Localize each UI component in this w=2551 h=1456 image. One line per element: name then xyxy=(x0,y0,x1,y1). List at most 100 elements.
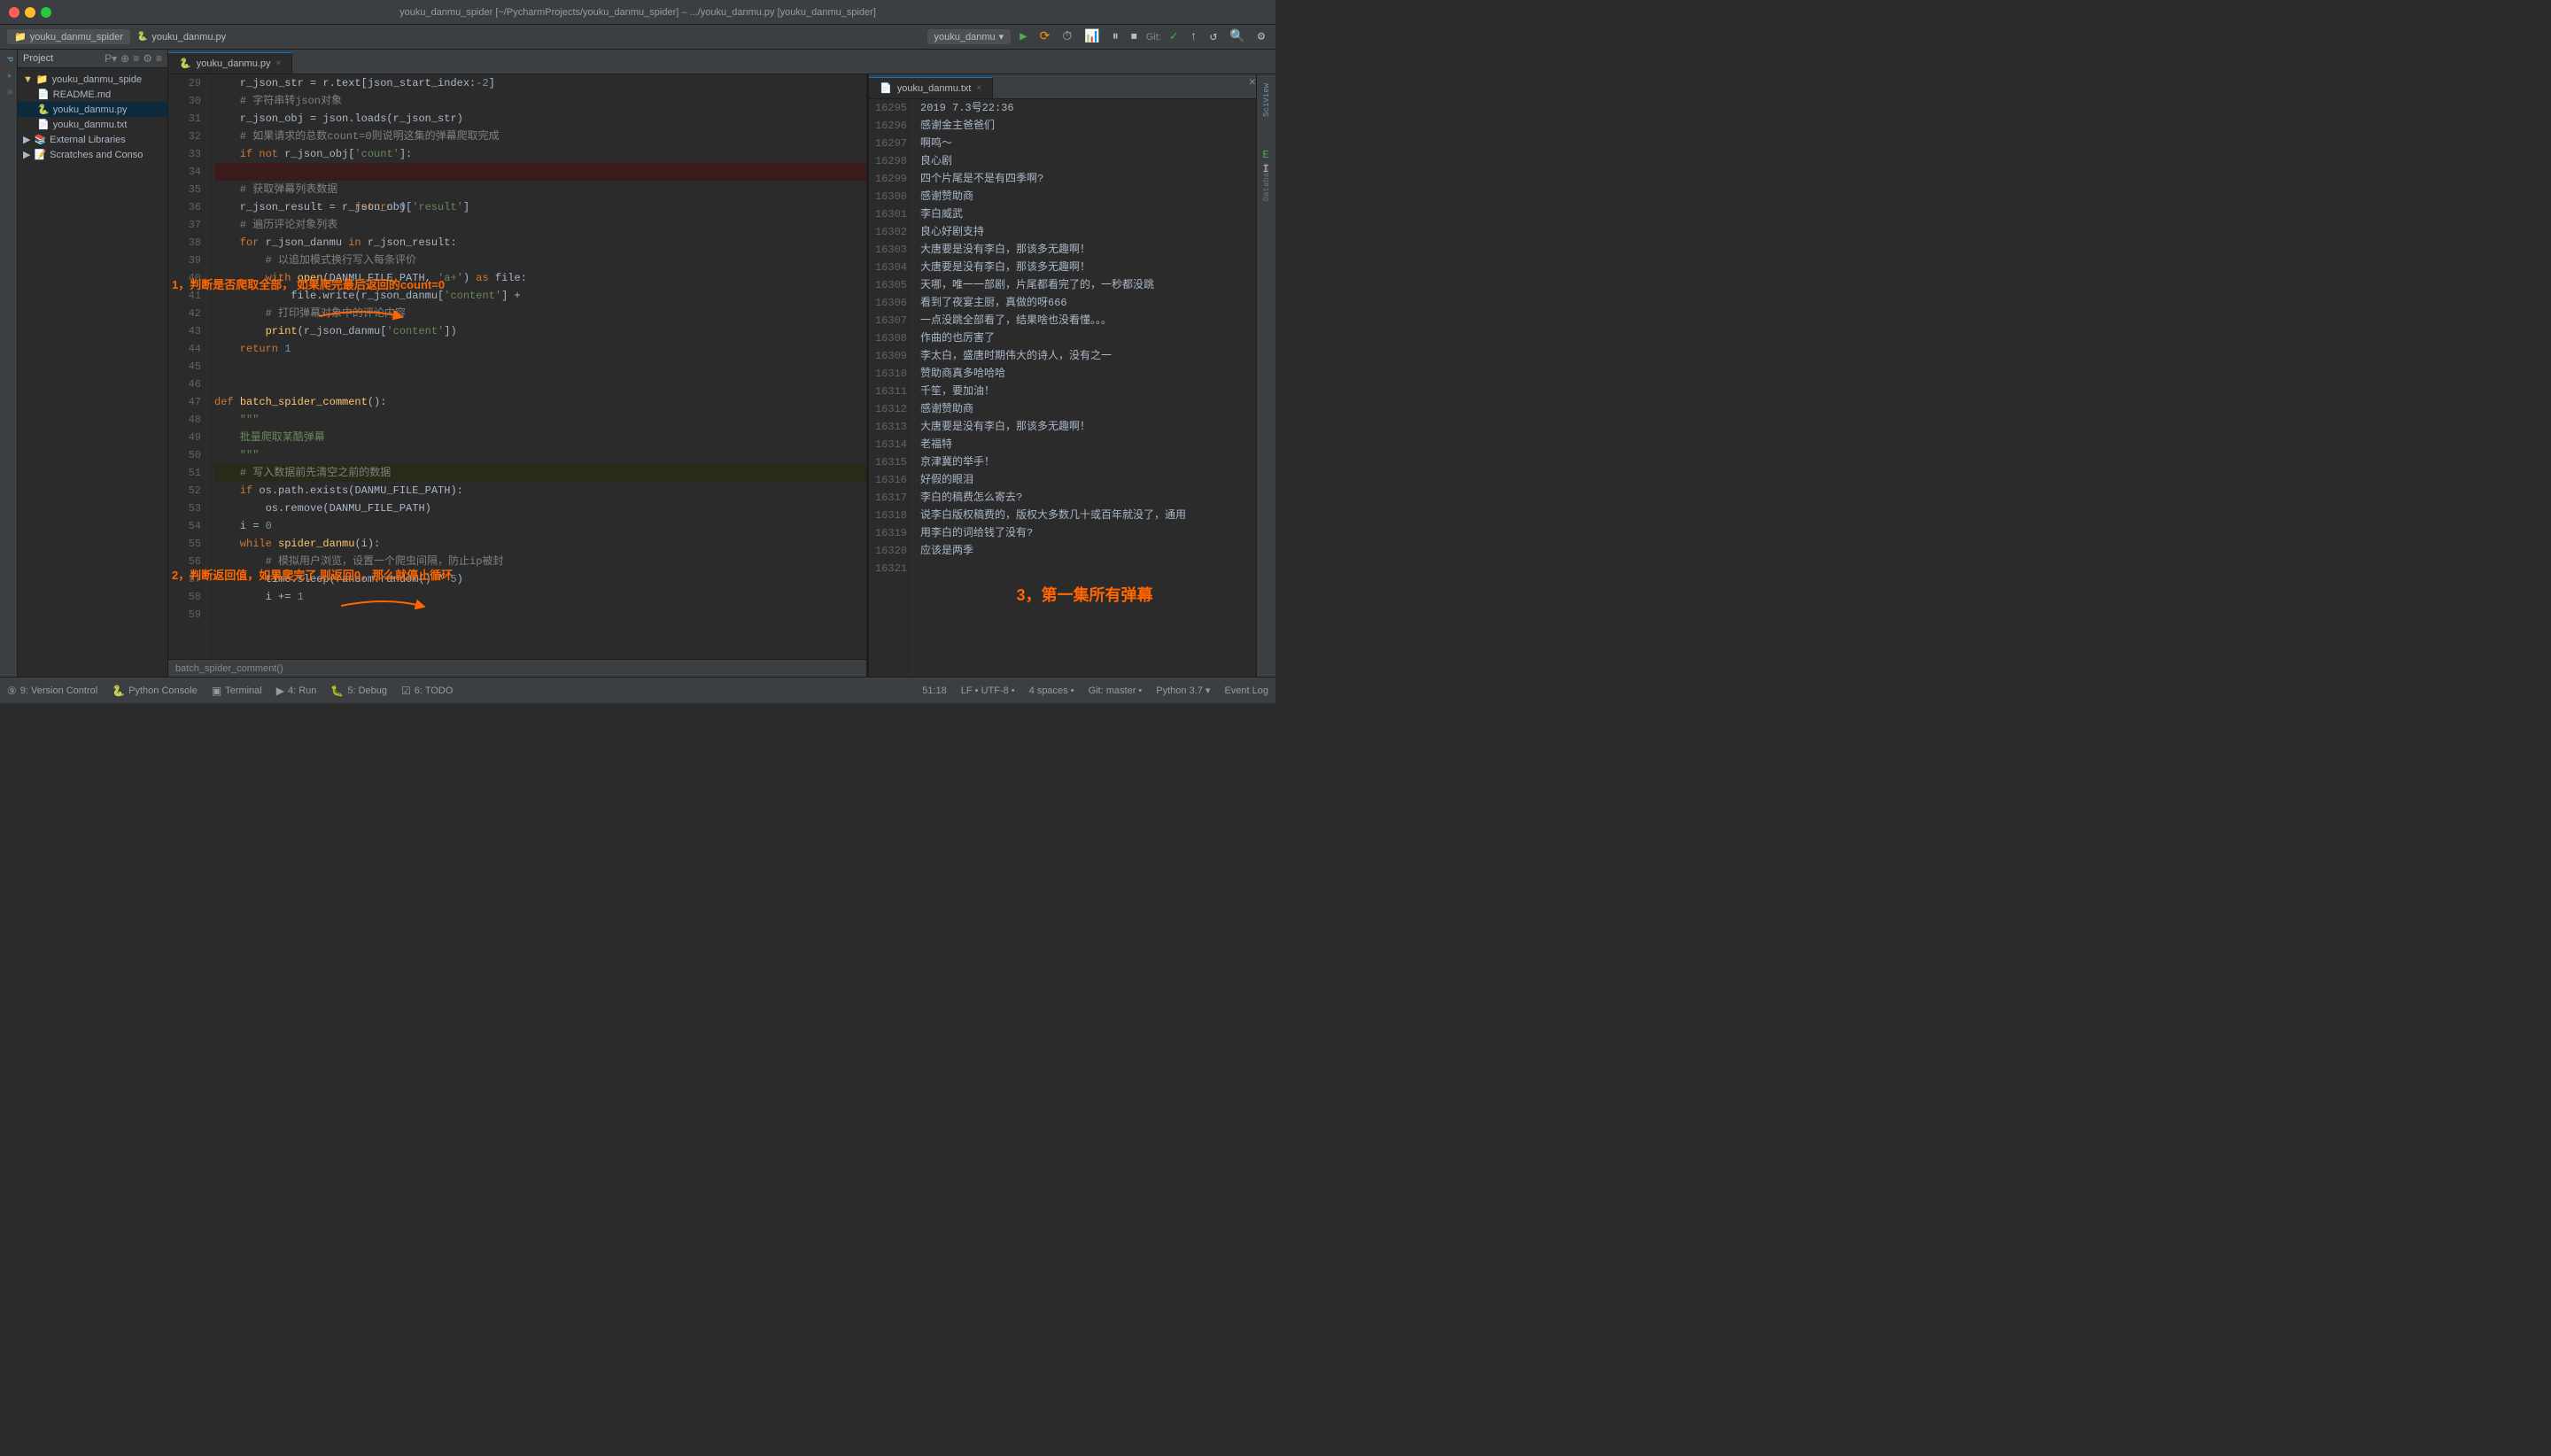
root-name: youku_danmu_spide xyxy=(52,74,143,85)
right-sidebar: SciView Database E I xyxy=(1256,74,1276,677)
minimize-button[interactable] xyxy=(25,7,35,18)
ln-43: 43 xyxy=(168,322,201,340)
tree-txt-file[interactable]: 📄 youku_danmu.txt xyxy=(18,117,167,132)
breadcrumb: batch_spider_comment() xyxy=(168,659,866,677)
tln-16303: 16303 xyxy=(869,241,907,259)
ln-48: 48 xyxy=(168,411,201,429)
profile-button[interactable]: 📊 xyxy=(1081,27,1103,46)
bottom-toolbar: ⑨ 9: Version Control 🐍 Python Console ▣ … xyxy=(0,677,1276,703)
txt-16315: 京津冀的举手！ xyxy=(920,453,1256,471)
txt-icon: 📄 xyxy=(37,119,50,130)
txt-16312: 感谢赞助商 xyxy=(920,400,1256,418)
coverage-button[interactable]: ⏱ xyxy=(1058,28,1075,46)
git-push-icon[interactable]: ↑ xyxy=(1186,28,1200,46)
ln-33: 33 xyxy=(168,145,201,163)
run-button[interactable]: ▶ xyxy=(1016,27,1030,46)
event-log-btn[interactable]: Event Log xyxy=(1224,685,1268,696)
python-version-indicator[interactable]: Python 3.7 ▾ xyxy=(1156,685,1210,696)
version-control-btn[interactable]: ⑨ 9: Version Control xyxy=(7,685,97,697)
ln-47: 47 xyxy=(168,393,201,411)
tree-readme[interactable]: 📄 README.md xyxy=(18,87,167,102)
ln-34: 34 xyxy=(168,163,201,181)
debug-btn[interactable]: 🐛 5: Debug xyxy=(330,685,387,697)
run-configuration[interactable]: youku_danmu ▾ xyxy=(927,29,1012,44)
code-line-48: """ xyxy=(214,411,866,429)
panel-tools[interactable]: P▾ ⊕ ≡ ⚙ ≡ xyxy=(105,52,162,65)
tln-16304: 16304 xyxy=(869,259,907,276)
file-tab-nav[interactable]: 🐍 youku_danmu.py xyxy=(137,32,226,43)
code-content[interactable]: r_json_str = r.text[json_start_index:-2]… xyxy=(207,74,866,659)
txt-tab-close[interactable]: × xyxy=(976,83,981,93)
py-file-icon: 🐍 xyxy=(137,32,148,42)
tree-py-file[interactable]: 🐍 youku_danmu.py xyxy=(18,102,167,117)
project-icon[interactable]: P xyxy=(2,53,15,66)
pause-button[interactable]: ⏸ xyxy=(1109,28,1122,46)
title-bar: youku_danmu_spider [~/PycharmProjects/yo… xyxy=(0,0,1276,25)
window-controls[interactable] xyxy=(9,7,51,18)
git-branch-indicator: Git: master • xyxy=(1089,685,1143,696)
tln-16318: 16318 xyxy=(869,507,907,524)
ln-51: 51 xyxy=(168,464,201,482)
txt-tabs: 📄 youku_danmu.txt × × xyxy=(869,74,1256,99)
tool-icon-3[interactable]: ≡ xyxy=(133,52,139,65)
py-file-name: youku_danmu.py xyxy=(53,105,128,115)
tab-close-btn[interactable]: × xyxy=(275,58,281,68)
tool-icon-2[interactable]: ⊕ xyxy=(120,52,129,65)
code-area[interactable]: 1，判断是否爬取全部， 如果爬完最后返回的count=0 xyxy=(168,74,866,659)
close-icon[interactable]: × xyxy=(1249,76,1256,90)
annotation-3-text: 3，第一集所有弹幕 xyxy=(998,569,1170,622)
position-indicator: 51:18 xyxy=(922,685,947,696)
ln-35: 35 xyxy=(168,181,201,198)
txt-tab[interactable]: 📄 youku_danmu.txt × xyxy=(869,77,993,98)
stop-button[interactable]: ⏹ xyxy=(1128,28,1141,46)
code-line-33: if not r_json_obj['count']: xyxy=(214,145,866,163)
encoding-indicator: LF • UTF-8 • xyxy=(961,685,1015,696)
run-config-name: youku_danmu xyxy=(934,32,996,43)
code-line-38: for r_json_danmu in r_json_result: xyxy=(214,234,866,252)
tln-16321: 16321 xyxy=(869,560,907,577)
favorites-icon[interactable]: ★ xyxy=(2,67,15,84)
code-line-45 xyxy=(214,358,866,376)
git-history-icon[interactable]: ↺ xyxy=(1206,27,1221,46)
maximize-button[interactable] xyxy=(41,7,51,18)
search-icon[interactable]: 🔍 xyxy=(1226,27,1248,46)
ln-49: 49 xyxy=(168,429,201,446)
scview-icon[interactable]: SciView xyxy=(1260,78,1273,122)
txt-16305: 天哪，唯一一部剧，片尾都看完了的，一秒都没跳 xyxy=(920,276,1256,294)
tree-root[interactable]: ▼ 📁 youku_danmu_spide xyxy=(18,72,167,87)
terminal-btn[interactable]: ▣ Terminal xyxy=(212,685,262,697)
code-line-55: while spider_danmu(i): xyxy=(214,535,866,553)
close-right-panel[interactable]: × xyxy=(1249,76,1256,90)
git-label: Git: xyxy=(1146,32,1161,43)
position-text: 51:18 xyxy=(922,685,947,696)
right-panel-btn1[interactable]: E xyxy=(1262,149,1268,161)
tree-scratches[interactable]: ▶ 📝 Scratches and Conso xyxy=(18,147,167,162)
close-button[interactable] xyxy=(9,7,19,18)
tool-icon-5[interactable]: ≡ xyxy=(156,52,162,65)
python-console-btn[interactable]: 🐍 Python Console xyxy=(112,685,198,697)
txt-16309: 李太白，盛唐时期伟大的诗人，没有之一 xyxy=(920,347,1256,365)
reload-button[interactable]: ⟳ xyxy=(1036,27,1054,46)
ln-38: 38 xyxy=(168,234,201,252)
settings-icon[interactable]: ⚙ xyxy=(1254,27,1268,46)
project-switcher[interactable]: 📁 youku_danmu_spider xyxy=(7,29,130,44)
structure-icon[interactable]: ≡ xyxy=(2,86,15,98)
git-commit-icon[interactable]: ✓ xyxy=(1167,27,1181,46)
tab-py-file[interactable]: 🐍 youku_danmu.py × xyxy=(168,52,292,74)
tln-16316: 16316 xyxy=(869,471,907,489)
tool-icon-1[interactable]: P▾ xyxy=(105,52,117,65)
todo-btn[interactable]: ☑ 6: TODO xyxy=(401,685,453,697)
run-btn[interactable]: ▶ 4: Run xyxy=(276,685,317,697)
txt-tab-name: youku_danmu.txt xyxy=(897,83,972,94)
txt-file-name: youku_danmu.txt xyxy=(53,120,128,130)
ext-lib-icon2: 📚 xyxy=(34,134,46,145)
code-line-56: # 模拟用户浏览，设置一个爬虫间隔，防止ip被封 xyxy=(214,553,866,570)
code-line-46 xyxy=(214,376,866,393)
tool-icon-4[interactable]: ⚙ xyxy=(143,52,152,65)
right-panel-btn2[interactable]: I xyxy=(1262,163,1268,175)
code-line-42: # 打印弹幕对象中的评论内容 xyxy=(214,305,866,322)
ln-50: 50 xyxy=(168,446,201,464)
tree-external-libs[interactable]: ▶ 📚 External Libraries xyxy=(18,132,167,147)
terminal-label: Terminal xyxy=(225,685,262,696)
left-sidebar: P ★ ≡ xyxy=(0,50,18,677)
